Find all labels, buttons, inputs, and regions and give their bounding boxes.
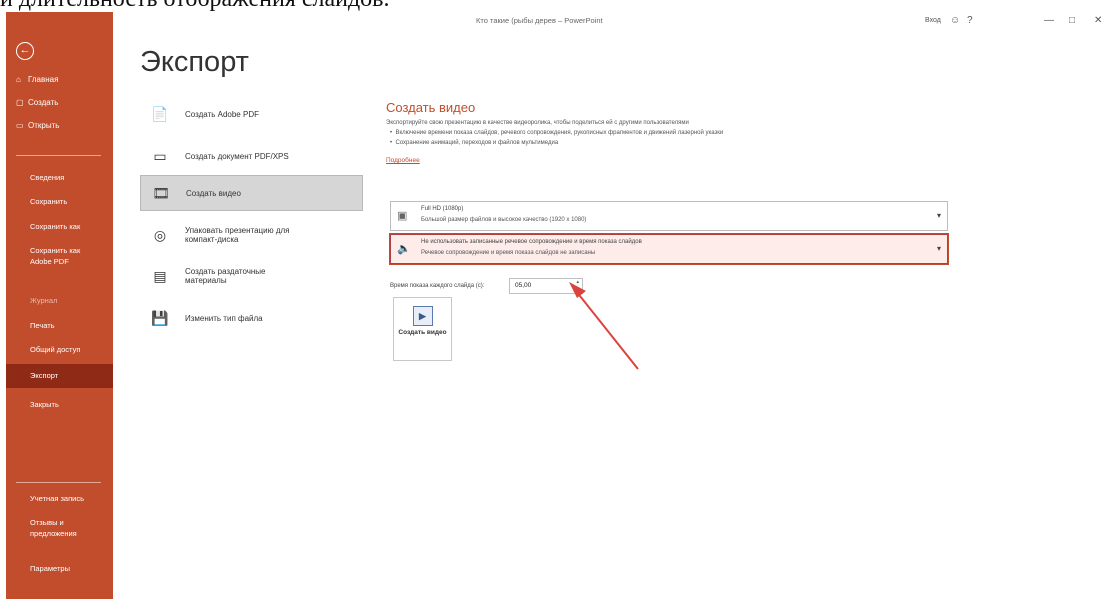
arrow-shaft [575,290,639,370]
annotation-arrow [569,282,639,370]
arrow-head [569,282,586,298]
powerpoint-window: ← ⌂ Главная ▢ Создать ▭ Открыть Сведения Со… [6,12,1109,599]
